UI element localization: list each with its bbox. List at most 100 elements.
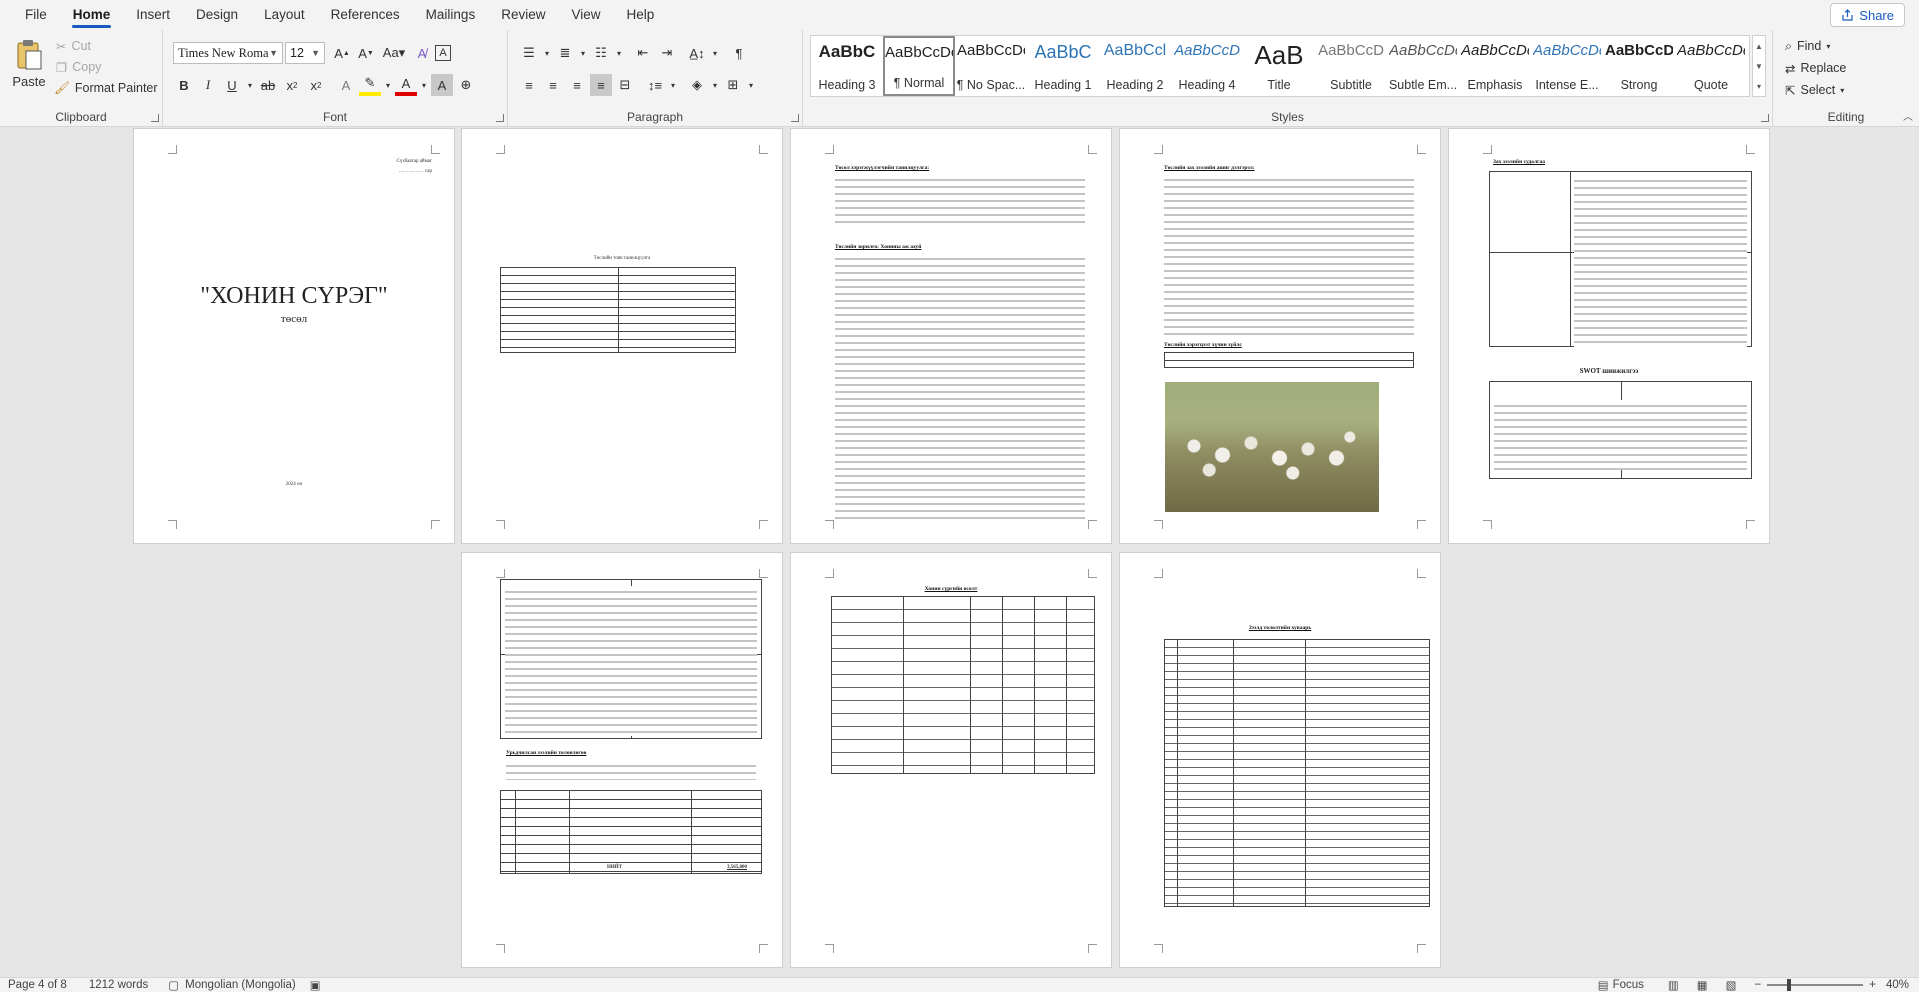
collapse-ribbon-icon[interactable]: ︿ bbox=[1903, 108, 1913, 123]
line-spacing-dropdown-icon[interactable]: ▾ bbox=[668, 74, 678, 96]
enclose-character-icon[interactable]: ⊕ bbox=[455, 74, 477, 96]
style-heading-2[interactable]: AaBbCcl Heading 2 bbox=[1099, 36, 1171, 96]
style-emphasis[interactable]: AaBbCcDc Emphasis bbox=[1459, 36, 1531, 96]
page-2-summary[interactable]: Төслийн товч танилцуулга bbox=[461, 128, 783, 544]
web-layout-icon[interactable]: ▧ bbox=[1726, 978, 1737, 992]
numbering-icon[interactable]: ≣ bbox=[554, 42, 576, 64]
read-mode-icon[interactable]: ▥ bbox=[1668, 978, 1679, 992]
font-color-icon[interactable]: A bbox=[395, 74, 417, 96]
zoom-out-icon[interactable]: − bbox=[1755, 979, 1762, 991]
multilevel-list-icon[interactable]: ☷ bbox=[590, 42, 612, 64]
increase-indent-icon[interactable]: ⇥ bbox=[656, 42, 678, 64]
styles-gallery-scroll[interactable]: ▲ ▼ ▾ bbox=[1752, 35, 1766, 97]
replace-button[interactable]: ⇄ Replace bbox=[1785, 58, 1846, 78]
bullets-dropdown-icon[interactable]: ▾ bbox=[542, 42, 552, 64]
chevron-down-icon[interactable]: ▼ bbox=[1755, 62, 1763, 71]
text-effects-icon[interactable]: A bbox=[335, 74, 357, 96]
italic-icon[interactable]: I bbox=[197, 74, 219, 96]
decrease-indent-icon[interactable]: ⇤ bbox=[632, 42, 654, 64]
character-shading-icon[interactable]: A bbox=[431, 74, 453, 96]
font-name-combo[interactable]: Times New Roma ▼ bbox=[173, 42, 283, 64]
language-indicator[interactable]: Mongolian (Mongolia) bbox=[185, 979, 296, 991]
shrink-font-icon[interactable]: A ▼ bbox=[355, 42, 377, 64]
text-direction-icon[interactable]: A̲↕ bbox=[686, 42, 708, 64]
page-indicator[interactable]: Page 4 of 8 bbox=[8, 979, 67, 991]
bold-icon[interactable]: B bbox=[173, 74, 195, 96]
align-left-icon[interactable]: ≡ bbox=[518, 74, 540, 96]
tab-view[interactable]: View bbox=[558, 0, 613, 30]
align-right-icon[interactable]: ≡ bbox=[566, 74, 588, 96]
paste-button[interactable]: Paste bbox=[8, 36, 50, 92]
accessibility-icon[interactable]: ▣ bbox=[310, 978, 321, 992]
style-normal[interactable]: AaBbCcDc ¶ Normal bbox=[883, 36, 955, 96]
borders-icon[interactable]: ⊞ bbox=[722, 74, 744, 96]
paragraph-launcher-icon[interactable] bbox=[791, 114, 799, 122]
tab-help[interactable]: Help bbox=[614, 0, 668, 30]
font-size-combo[interactable]: 12 ▼ bbox=[285, 42, 325, 64]
highlight-dropdown-icon[interactable]: ▾ bbox=[383, 74, 393, 96]
word-count[interactable]: 1212 words bbox=[89, 979, 148, 991]
tab-mailings[interactable]: Mailings bbox=[413, 0, 489, 30]
page-3-text[interactable]: Төсөл хэрэгжүүлэгчийн танилцуулга: Төсли… bbox=[790, 128, 1112, 544]
gallery-more-icon[interactable]: ▾ bbox=[1757, 82, 1761, 91]
text-direction-dropdown-icon[interactable]: ▾ bbox=[710, 42, 720, 64]
font-color-dropdown-icon[interactable]: ▾ bbox=[419, 74, 429, 96]
shading-dropdown-icon[interactable]: ▾ bbox=[710, 74, 720, 96]
style-intense-emphasis[interactable]: AaBbCcDc Intense E... bbox=[1531, 36, 1603, 96]
zoom-level[interactable]: 40% bbox=[1886, 979, 1909, 991]
find-button[interactable]: ⌕ Find ▾ bbox=[1785, 36, 1830, 56]
focus-label[interactable]: Focus bbox=[1613, 979, 1644, 991]
copy-button[interactable]: ❐ Copy bbox=[56, 57, 101, 77]
shading-icon[interactable]: ◈ bbox=[686, 74, 708, 96]
multilevel-dropdown-icon[interactable]: ▾ bbox=[614, 42, 624, 64]
align-center-icon[interactable]: ≡ bbox=[542, 74, 564, 96]
numbering-dropdown-icon[interactable]: ▾ bbox=[578, 42, 588, 64]
document-area[interactable]: Сүхбаатар аймаг …………… сар "ХОНИН СҮРЭГ" … bbox=[0, 127, 1919, 977]
tab-review[interactable]: Review bbox=[488, 0, 558, 30]
zoom-in-icon[interactable]: + bbox=[1869, 979, 1876, 991]
page-7-flock-growth[interactable]: Хонин сүргийн өсөлт bbox=[790, 552, 1112, 968]
justify-icon[interactable]: ≡ bbox=[590, 74, 612, 96]
tab-file[interactable]: File bbox=[12, 0, 60, 30]
underline-icon[interactable]: U bbox=[221, 74, 243, 96]
tab-layout[interactable]: Layout bbox=[251, 0, 318, 30]
chevron-up-icon[interactable]: ▲ bbox=[1755, 42, 1763, 51]
borders-dropdown-icon[interactable]: ▾ bbox=[746, 74, 756, 96]
underline-dropdown-icon[interactable]: ▾ bbox=[245, 74, 255, 96]
subscript-icon[interactable]: x2 bbox=[281, 74, 303, 96]
tab-insert[interactable]: Insert bbox=[123, 0, 183, 30]
print-layout-icon[interactable]: ▦ bbox=[1697, 978, 1708, 992]
style-subtitle[interactable]: AaBbCcD Subtitle bbox=[1315, 36, 1387, 96]
superscript-icon[interactable]: x2 bbox=[305, 74, 327, 96]
page-6-loan-plan[interactable]: Урьдчилсан зээлийн төлөвлөгөө НИЙТ 3,565… bbox=[461, 552, 783, 968]
highlight-icon[interactable]: ✎ bbox=[359, 74, 381, 96]
style-quote[interactable]: AaBbCcDc Quote bbox=[1675, 36, 1747, 96]
clipboard-launcher-icon[interactable] bbox=[151, 114, 159, 122]
text-effects-box-icon[interactable]: A bbox=[435, 45, 451, 61]
style-subtle-emphasis[interactable]: AaBbCcDc Subtle Em... bbox=[1387, 36, 1459, 96]
proofing-icon[interactable]: ▢ bbox=[168, 978, 179, 992]
zoom-slider-thumb[interactable] bbox=[1787, 979, 1792, 991]
zoom-slider[interactable] bbox=[1767, 979, 1864, 991]
line-spacing-icon[interactable]: ↕≡ bbox=[644, 74, 666, 96]
style-heading-3[interactable]: AaBbC Heading 3 bbox=[811, 36, 883, 96]
tab-design[interactable]: Design bbox=[183, 0, 251, 30]
bullets-icon[interactable]: ☰ bbox=[518, 42, 540, 64]
style-no-spacing[interactable]: AaBbCcDc ¶ No Spac... bbox=[955, 36, 1027, 96]
change-case-icon[interactable]: Aa▾ bbox=[379, 42, 409, 64]
page-5-research[interactable]: Зах зээлийн судалгаа SWOT шинжилгээ bbox=[1448, 128, 1770, 544]
show-marks-icon[interactable]: ¶ bbox=[728, 42, 750, 64]
select-button[interactable]: ⇱ Select ▾ bbox=[1785, 80, 1844, 100]
tab-references[interactable]: References bbox=[318, 0, 413, 30]
style-title[interactable]: AaB Title bbox=[1243, 36, 1315, 96]
page-4-market[interactable]: Төслийн зах зээлийн ашиг дэлгэрэл: Төсли… bbox=[1119, 128, 1441, 544]
grow-font-icon[interactable]: A ▲ bbox=[331, 42, 353, 64]
tab-home[interactable]: Home bbox=[60, 0, 124, 30]
format-painter-button[interactable]: 🖌 Format Painter bbox=[54, 78, 158, 98]
clear-formatting-icon[interactable]: A̸ bbox=[411, 42, 433, 64]
focus-icon[interactable]: ▤ bbox=[1598, 978, 1609, 992]
styles-launcher-icon[interactable] bbox=[1761, 114, 1769, 122]
font-launcher-icon[interactable] bbox=[496, 114, 504, 122]
distributed-icon[interactable]: ⊟ bbox=[614, 74, 636, 96]
style-strong[interactable]: AaBbCcDc Strong bbox=[1603, 36, 1675, 96]
